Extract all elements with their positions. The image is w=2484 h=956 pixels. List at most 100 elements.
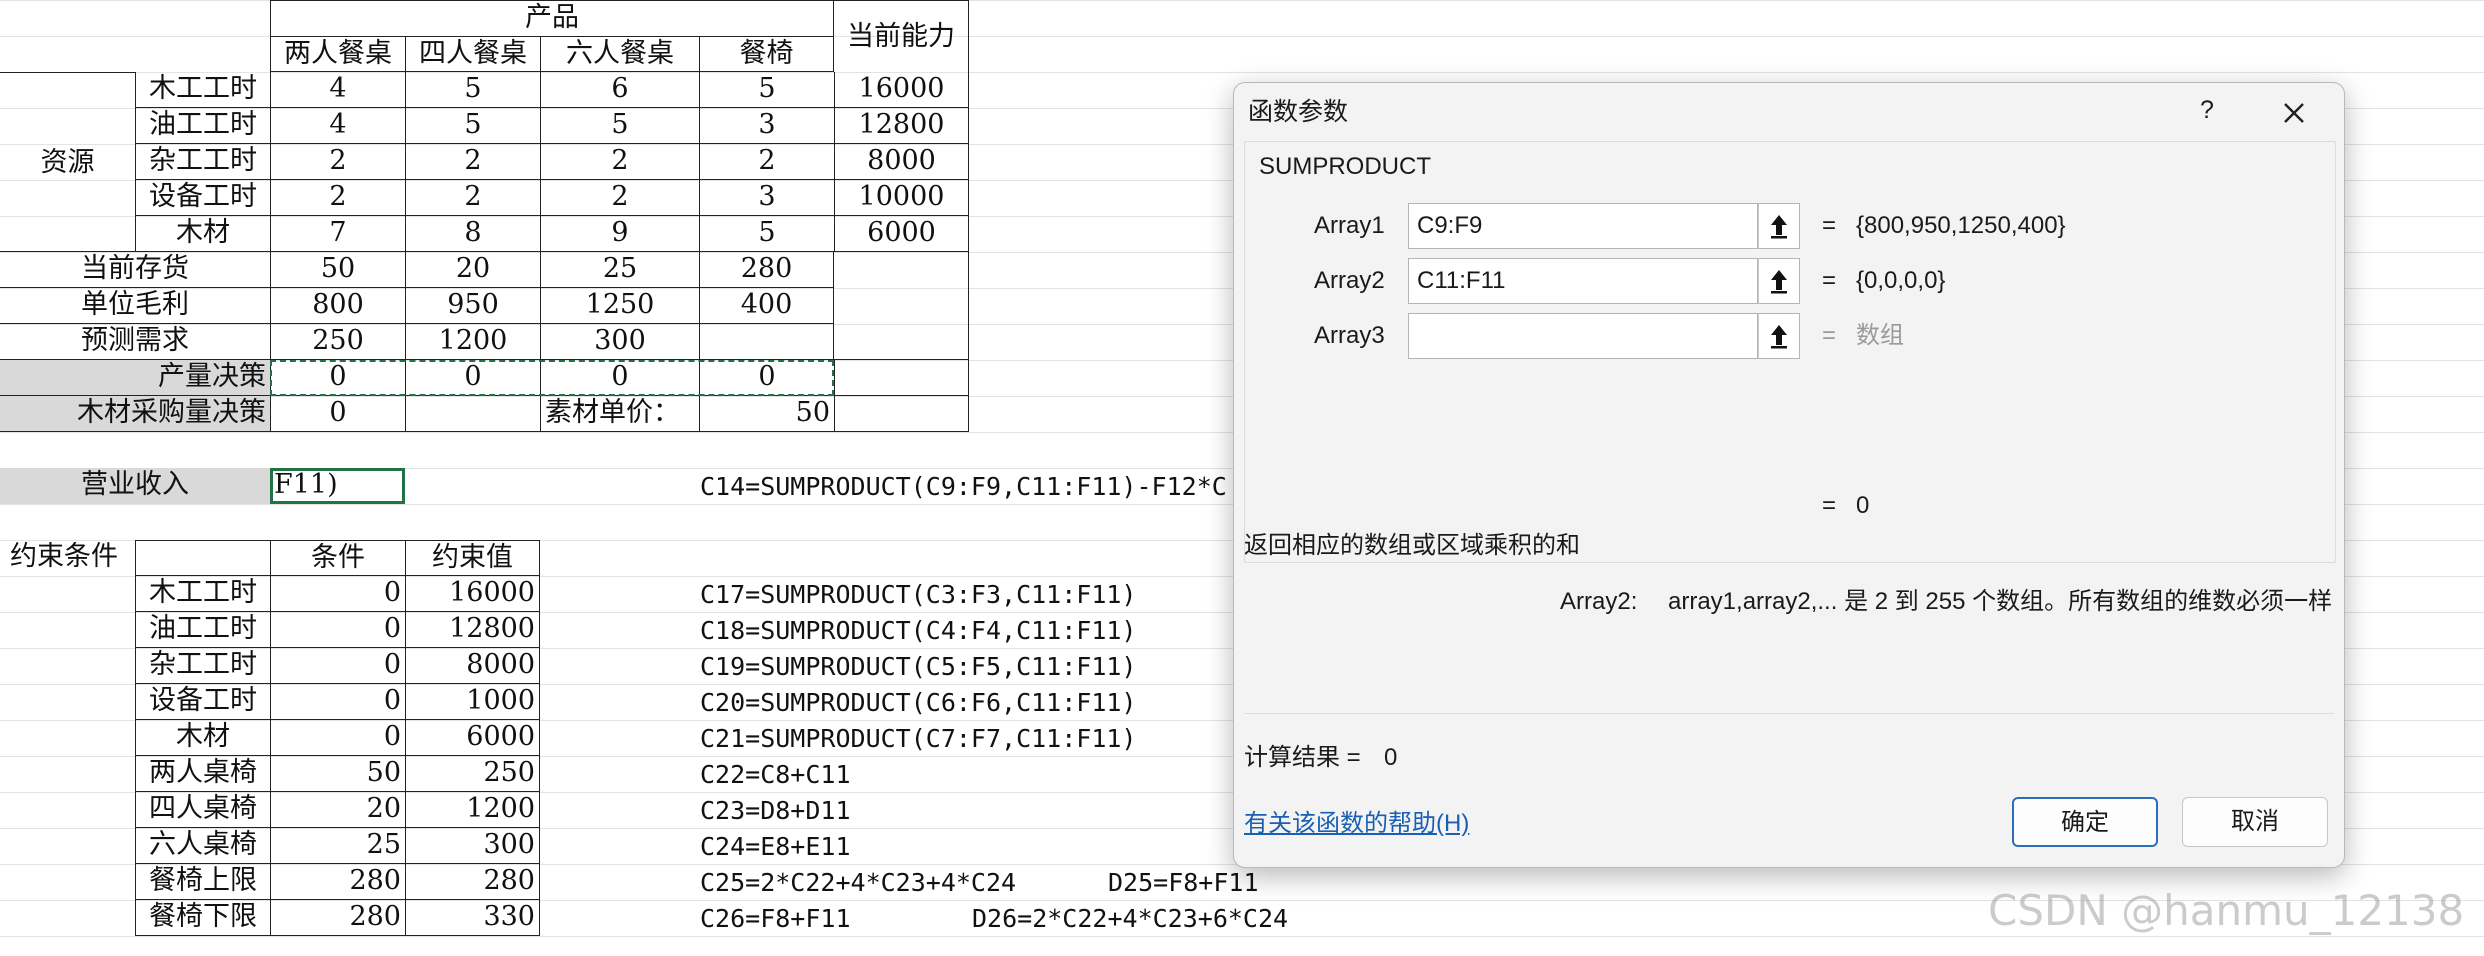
constraint-cond: 280 xyxy=(270,864,405,900)
inventory-value: 50 xyxy=(270,252,405,288)
arg-result: {0,0,0,0} xyxy=(1856,267,1946,294)
constraint-name: 餐椅上限 xyxy=(135,864,270,900)
constraint-name: 六人桌椅 xyxy=(135,828,270,864)
constraint-cond: 50 xyxy=(270,756,405,792)
capacity-empty xyxy=(834,252,969,360)
resource-value: 2 xyxy=(405,180,540,216)
resource-name: 油工工时 xyxy=(135,108,270,144)
demand-label: 预测需求 xyxy=(0,324,270,360)
constraint-name: 木材 xyxy=(135,720,270,756)
resource-value: 3 xyxy=(699,108,834,144)
resource-name: 木工工时 xyxy=(135,72,270,108)
arg-help-name: Array2: xyxy=(1560,588,1638,615)
resource-value: 2 xyxy=(405,144,540,180)
ok-button[interactable]: 确定 xyxy=(2012,797,2158,847)
resource-value: 5 xyxy=(699,216,834,252)
formula-note: C19=SUMPRODUCT(C5:F5,C11:F11) xyxy=(700,652,1137,681)
resource-value: 6 xyxy=(540,72,699,108)
revenue-cell-editing[interactable]: F11) xyxy=(270,468,405,504)
unit-price-value[interactable]: 50 xyxy=(699,396,834,432)
cancel-button[interactable]: 取消 xyxy=(2182,797,2328,847)
margin-value: 400 xyxy=(699,288,834,324)
capacity-value: 12800 xyxy=(834,108,969,144)
constraint-header: 约束值 xyxy=(405,540,540,576)
equals-sign: = xyxy=(1822,322,1837,349)
inventory-value: 280 xyxy=(699,252,834,288)
resource-value: 9 xyxy=(540,216,699,252)
resource-name: 杂工工时 xyxy=(135,144,270,180)
decision-label: 产量决策 xyxy=(0,360,270,396)
collapse-dialog-icon[interactable] xyxy=(1758,258,1800,304)
total-equals: = xyxy=(1822,492,1837,519)
function-description: 返回相应的数组或区域乘积的和 xyxy=(1244,532,1580,559)
constraint-limit: 250 xyxy=(405,756,540,792)
arg-label: Array2 xyxy=(1314,267,1385,294)
resource-value: 4 xyxy=(270,108,405,144)
constraint-cond: 0 xyxy=(270,720,405,756)
capacity-value: 10000 xyxy=(834,180,969,216)
function-arguments-dialog[interactable]: 函数参数 ? SUMPRODUCT Array1 C9:F9 = {800,95… xyxy=(1233,82,2345,868)
resource-value: 2 xyxy=(540,144,699,180)
formula-note: C21=SUMPRODUCT(C7:F7,C11:F11) xyxy=(700,724,1137,753)
demand-value: 1200 xyxy=(405,324,540,360)
constraint-name: 四人桌椅 xyxy=(135,792,270,828)
resource-value: 2 xyxy=(270,180,405,216)
constraint-limit: 8000 xyxy=(405,648,540,684)
margin-value: 800 xyxy=(270,288,405,324)
arg-label: Array1 xyxy=(1314,212,1385,239)
array2-input[interactable]: C11:F11 xyxy=(1408,258,1758,304)
margin-label: 单位毛利 xyxy=(0,288,270,324)
resource-value: 5 xyxy=(405,108,540,144)
resource-value: 2 xyxy=(270,144,405,180)
inventory-value: 25 xyxy=(540,252,699,288)
help-icon[interactable]: ? xyxy=(2192,95,2222,125)
constraints-label: 约束条件 xyxy=(10,541,118,572)
constraint-limit: 1200 xyxy=(405,792,540,828)
close-icon[interactable] xyxy=(2276,95,2312,131)
constraint-cond: 0 xyxy=(270,684,405,720)
decision-value[interactable]: 0 xyxy=(270,360,405,396)
constraint-limit: 1000 xyxy=(405,684,540,720)
divider xyxy=(1244,713,2334,714)
resource-value: 4 xyxy=(270,72,405,108)
decision-value[interactable]: 0 xyxy=(540,360,699,396)
inventory-value: 20 xyxy=(405,252,540,288)
revenue-label: 营业收入 xyxy=(0,468,270,504)
function-name: SUMPRODUCT xyxy=(1259,153,1431,180)
constraint-name: 油工工时 xyxy=(135,612,270,648)
inventory-label: 当前存货 xyxy=(0,252,270,288)
formula-note: C24=E8+E11 xyxy=(700,832,851,861)
decision-empty xyxy=(834,360,969,396)
revenue-formula-note: C14=SUMPRODUCT(C9:F9,C11:F11)-F12*C xyxy=(700,472,1227,501)
collapse-dialog-icon[interactable] xyxy=(1758,203,1800,249)
decision-value[interactable]: 0 xyxy=(699,360,834,396)
equals-sign: = xyxy=(1822,212,1837,239)
capacity-header: 当前能力 xyxy=(834,0,969,72)
margin-value: 950 xyxy=(405,288,540,324)
function-help-link[interactable]: 有关该函数的帮助(H) xyxy=(1244,809,1469,839)
resource-value: 5 xyxy=(699,72,834,108)
margin-value: 1250 xyxy=(540,288,699,324)
demand-value xyxy=(699,324,834,360)
arg-result-placeholder: 数组 xyxy=(1856,322,1904,349)
collapse-dialog-icon[interactable] xyxy=(1758,313,1800,359)
array1-input[interactable]: C9:F9 xyxy=(1408,203,1758,249)
resource-value: 2 xyxy=(540,180,699,216)
array3-input[interactable] xyxy=(1408,313,1758,359)
constraint-limit: 300 xyxy=(405,828,540,864)
resource-value: 2 xyxy=(699,144,834,180)
resource-value: 8 xyxy=(405,216,540,252)
product-name: 两人餐桌 xyxy=(270,36,405,72)
decision-value[interactable]: 0 xyxy=(405,360,540,396)
unit-price-label: 素材单价： xyxy=(540,396,699,432)
arg-label: Array3 xyxy=(1314,322,1385,349)
total-result: 0 xyxy=(1856,492,1870,519)
resource-value: 5 xyxy=(540,108,699,144)
constraint-cond: 0 xyxy=(270,576,405,612)
constraint-name: 杂工工时 xyxy=(135,648,270,684)
product-name: 四人餐桌 xyxy=(405,36,540,72)
capacity-value: 16000 xyxy=(834,72,969,108)
wood-value[interactable]: 0 xyxy=(270,396,405,432)
formula-note: C25=2*C22+4*C23+4*C24 xyxy=(700,868,1017,897)
constraint-cond: 280 xyxy=(270,900,405,936)
